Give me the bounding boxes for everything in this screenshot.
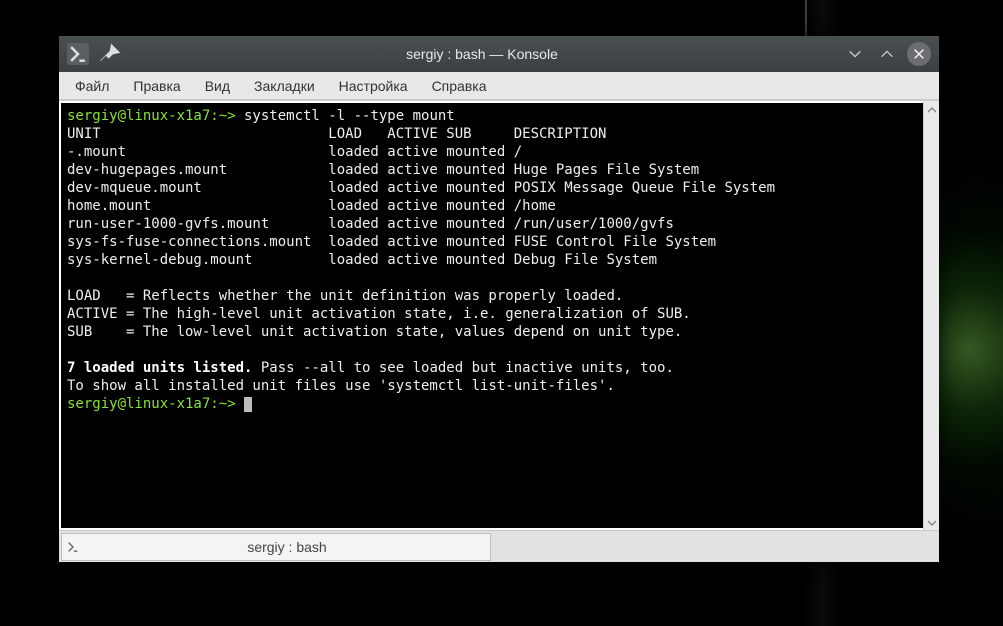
menu-bookmarks[interactable]: Закладки: [242, 74, 327, 98]
minimize-button[interactable]: [843, 42, 867, 66]
app-menu-icon[interactable]: [67, 43, 89, 65]
menu-settings[interactable]: Настройка: [327, 74, 420, 98]
terminal-icon: [62, 540, 84, 554]
tab-label: sergiy : bash: [84, 539, 490, 555]
menubar: Файл Правка Вид Закладки Настройка Справ…: [59, 72, 939, 100]
menu-file[interactable]: Файл: [63, 74, 121, 98]
maximize-button[interactable]: [875, 42, 899, 66]
scroll-up-icon[interactable]: [926, 103, 938, 115]
menu-edit[interactable]: Правка: [121, 74, 192, 98]
tabbar: sergiy : bash: [59, 530, 939, 562]
scrollbar-vertical[interactable]: [923, 101, 939, 530]
titlebar: sergiy : bash — Konsole: [59, 36, 939, 72]
window-title: sergiy : bash — Konsole: [121, 46, 843, 62]
konsole-window: sergiy : bash — Konsole Файл Правка Вид …: [59, 36, 939, 562]
tab-session[interactable]: sergiy : bash: [61, 533, 491, 561]
terminal-area: sergiy@linux-x1a7:~> systemctl -l --type…: [59, 100, 939, 530]
panel-separator: [805, 0, 807, 36]
menu-help[interactable]: Справка: [420, 74, 499, 98]
close-button[interactable]: [907, 42, 931, 66]
menu-view[interactable]: Вид: [193, 74, 242, 98]
terminal[interactable]: sergiy@linux-x1a7:~> systemctl -l --type…: [61, 103, 923, 528]
pin-icon[interactable]: [99, 43, 121, 65]
scroll-down-icon[interactable]: [926, 516, 938, 528]
